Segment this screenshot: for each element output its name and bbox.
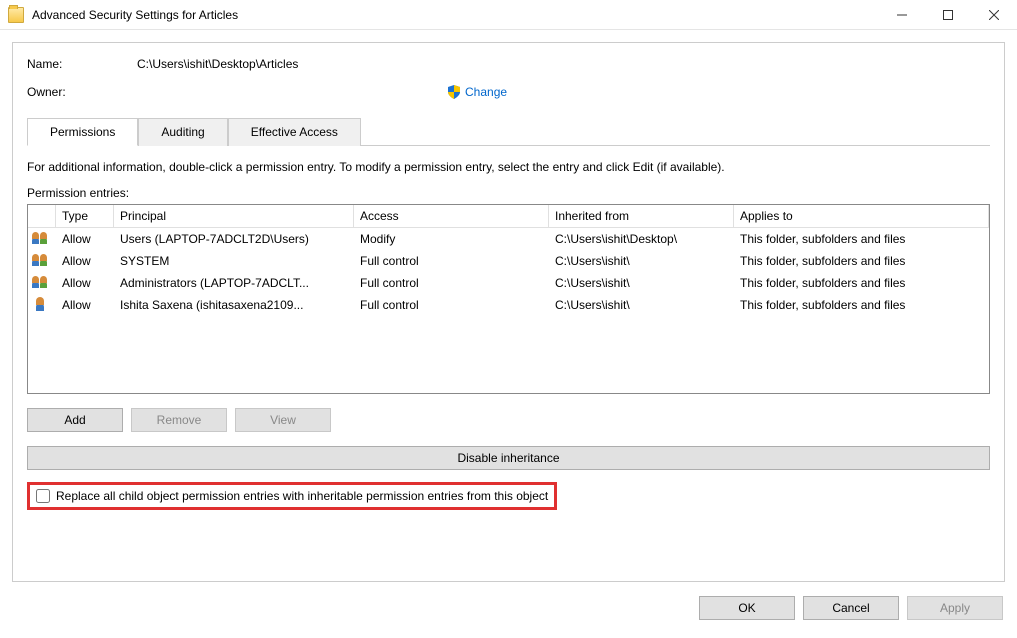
- col-applies[interactable]: Applies to: [734, 205, 989, 227]
- cell-access: Full control: [354, 250, 549, 272]
- permission-listview[interactable]: Type Principal Access Inherited from App…: [27, 204, 990, 394]
- user-icon: [32, 297, 50, 311]
- name-row: Name: C:\Users\ishit\Desktop\Articles: [27, 57, 990, 71]
- col-icon[interactable]: [28, 205, 56, 227]
- col-principal[interactable]: Principal: [114, 205, 354, 227]
- cell-inherited: C:\Users\ishit\: [549, 250, 734, 272]
- dialog-body: Name: C:\Users\ishit\Desktop\Articles Ow…: [12, 42, 1005, 582]
- disable-inheritance-button[interactable]: Disable inheritance: [27, 446, 990, 470]
- entries-label: Permission entries:: [27, 186, 990, 200]
- cell-applies: This folder, subfolders and files: [734, 228, 989, 250]
- cell-inherited: C:\Users\ishit\: [549, 294, 734, 316]
- owner-row: Owner: Change: [27, 85, 990, 99]
- cell-principal: Administrators (LAPTOP-7ADCLT...: [114, 272, 354, 294]
- add-button[interactable]: Add: [27, 408, 123, 432]
- inheritance-row: Disable inheritance: [27, 446, 990, 470]
- cell-access: Full control: [354, 272, 549, 294]
- replace-children-label: Replace all child object permission entr…: [56, 489, 548, 503]
- table-row[interactable]: AllowAdministrators (LAPTOP-7ADCLT...Ful…: [28, 272, 989, 294]
- cell-type: Allow: [56, 228, 114, 250]
- col-inherited[interactable]: Inherited from: [549, 205, 734, 227]
- cell-type: Allow: [56, 272, 114, 294]
- entry-buttons: Add Remove View: [27, 408, 990, 432]
- window-buttons: [879, 0, 1017, 30]
- replace-children-row[interactable]: Replace all child object permission entr…: [27, 482, 557, 510]
- listview-header: Type Principal Access Inherited from App…: [28, 205, 989, 228]
- cell-principal: SYSTEM: [114, 250, 354, 272]
- replace-children-checkbox[interactable]: [36, 489, 50, 503]
- minimize-icon: [897, 10, 907, 20]
- minimize-button[interactable]: [879, 0, 925, 30]
- col-type[interactable]: Type: [56, 205, 114, 227]
- owner-label: Owner:: [27, 85, 137, 99]
- cell-inherited: C:\Users\ishit\: [549, 272, 734, 294]
- ok-button[interactable]: OK: [699, 596, 795, 620]
- cell-access: Modify: [354, 228, 549, 250]
- cancel-button[interactable]: Cancel: [803, 596, 899, 620]
- remove-button: Remove: [131, 408, 227, 432]
- tab-auditing[interactable]: Auditing: [138, 118, 227, 146]
- cell-type: Allow: [56, 294, 114, 316]
- users-icon: [32, 275, 50, 289]
- cell-principal: Ishita Saxena (ishitasaxena2109...: [114, 294, 354, 316]
- footer-buttons: OK Cancel Apply: [0, 582, 1017, 620]
- cell-access: Full control: [354, 294, 549, 316]
- shield-icon: [447, 85, 461, 99]
- tab-permissions[interactable]: Permissions: [27, 118, 138, 146]
- name-label: Name:: [27, 57, 137, 71]
- col-access[interactable]: Access: [354, 205, 549, 227]
- users-icon: [32, 231, 50, 245]
- info-text: For additional information, double-click…: [27, 160, 990, 174]
- view-button: View: [235, 408, 331, 432]
- folder-icon: [8, 7, 24, 23]
- cell-inherited: C:\Users\ishit\Desktop\: [549, 228, 734, 250]
- close-icon: [989, 10, 999, 20]
- window-title: Advanced Security Settings for Articles: [32, 8, 879, 22]
- table-row[interactable]: AllowUsers (LAPTOP-7ADCLT2D\Users)Modify…: [28, 228, 989, 250]
- titlebar: Advanced Security Settings for Articles: [0, 0, 1017, 30]
- table-row[interactable]: AllowSYSTEMFull controlC:\Users\ishit\Th…: [28, 250, 989, 272]
- users-icon: [32, 253, 50, 267]
- close-button[interactable]: [971, 0, 1017, 30]
- cell-applies: This folder, subfolders and files: [734, 272, 989, 294]
- cell-applies: This folder, subfolders and files: [734, 250, 989, 272]
- cell-applies: This folder, subfolders and files: [734, 294, 989, 316]
- maximize-button[interactable]: [925, 0, 971, 30]
- tab-effective-access[interactable]: Effective Access: [228, 118, 361, 146]
- change-owner-link[interactable]: Change: [465, 85, 507, 99]
- name-value: C:\Users\ishit\Desktop\Articles: [137, 57, 298, 71]
- apply-button: Apply: [907, 596, 1003, 620]
- maximize-icon: [943, 10, 953, 20]
- cell-type: Allow: [56, 250, 114, 272]
- table-row[interactable]: AllowIshita Saxena (ishitasaxena2109...F…: [28, 294, 989, 316]
- cell-principal: Users (LAPTOP-7ADCLT2D\Users): [114, 228, 354, 250]
- tabs: Permissions Auditing Effective Access: [27, 117, 990, 146]
